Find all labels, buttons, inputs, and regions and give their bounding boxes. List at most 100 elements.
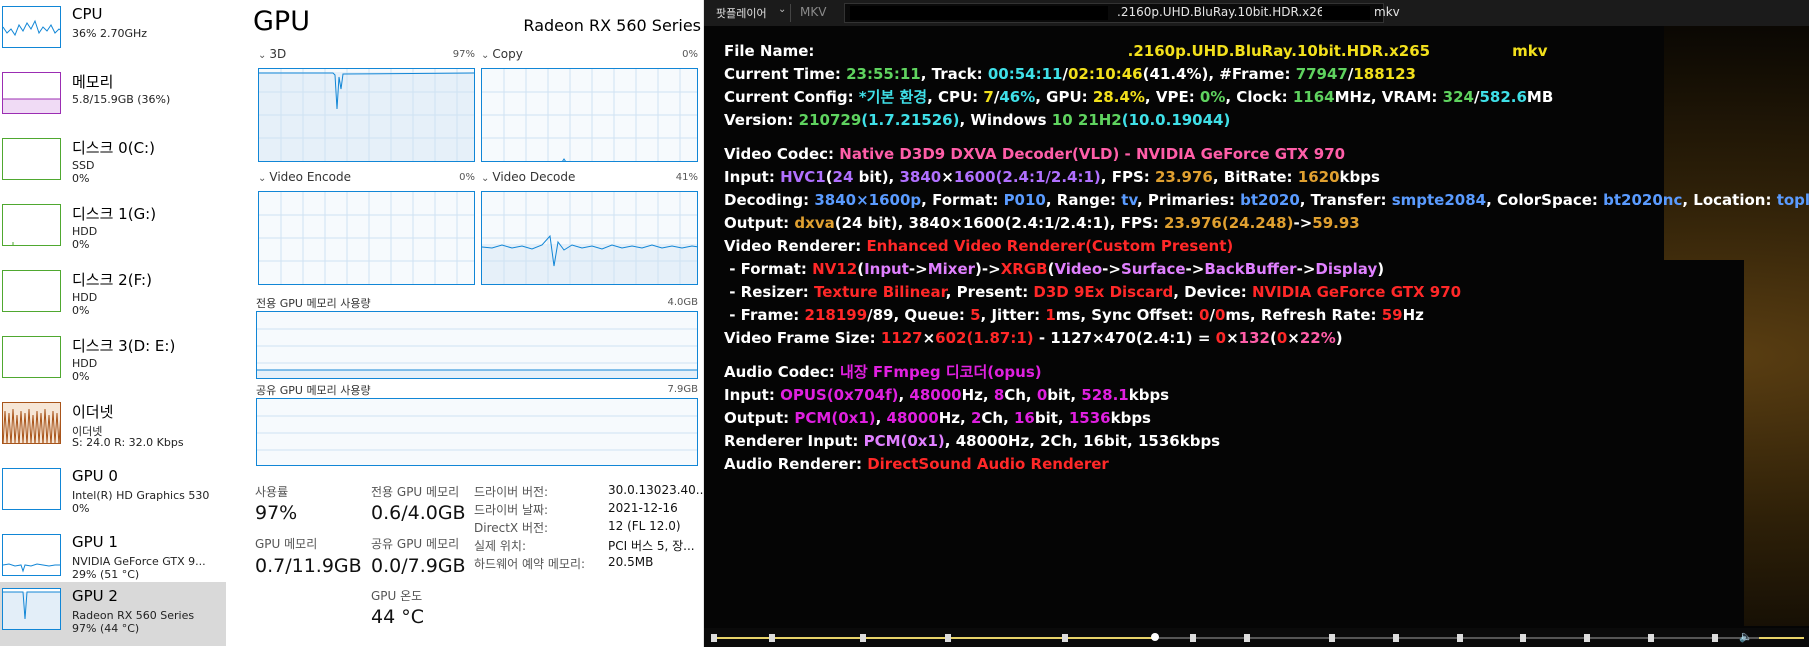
sidebar-item-disk0[interactable]: 디스크 0(C:) SSD 0% <box>0 132 226 196</box>
sidebar-item-gpu2[interactable]: GPU 2 Radeon RX 560 Series 97% (44 °C) <box>0 582 226 646</box>
engine-name: Copy <box>492 47 523 61</box>
physical-location-value: PCI 버스 5, 장... <box>608 539 695 553</box>
sidebar-item-memory[interactable]: 메모리 5.8/15.9GB (36%) <box>0 66 226 130</box>
engine-percent: 41% <box>675 172 698 183</box>
engine-graph-video-decode <box>481 191 698 285</box>
disk3-mini-graph <box>2 336 61 378</box>
sidebar-item-subtitle: 36% 2.70GHz <box>72 27 148 40</box>
sidebar-item-title: 이더넷 <box>72 403 114 421</box>
engine-name: Video Encode <box>269 170 351 184</box>
osd-current-time: Current Time: 23:55:11, Track: 00:54:11/… <box>724 65 1416 83</box>
sidebar-item-subtitle: Intel(R) HD Graphics 530 <box>72 489 210 502</box>
sidebar-item-disk2[interactable]: 디스크 2(F:) HDD 0% <box>0 264 226 328</box>
chevron-down-icon: ⌄ <box>258 50 267 61</box>
gpu-mem-value: 0.7/11.9GB <box>255 555 362 577</box>
chevron-down-icon[interactable]: ⌄ <box>778 4 786 15</box>
chapter-marker[interactable] <box>1648 634 1654 642</box>
sidebar-item-disk1[interactable]: 디스크 1(G:) HDD 0% <box>0 198 226 262</box>
chapter-marker[interactable] <box>1457 634 1463 642</box>
engine-selector-3d[interactable]: ⌄ 3D <box>258 47 286 61</box>
osd-renderer-format: - Format: NV12(Input->Mixer)->XRGB(Video… <box>724 260 1385 278</box>
dedicated-mem-graph-max: 4.0GB <box>667 297 698 308</box>
engine-selector-video-decode[interactable]: ⌄ Video Decode <box>481 170 575 184</box>
osd-video-codec: Video Codec: Native D3D9 DXVA Decoder(VL… <box>724 145 1346 163</box>
playback-info-osd: File Name: .2160p.UHD.BluRay.10bit.HDR.x… <box>724 40 1809 476</box>
usage-value: 97% <box>255 502 298 524</box>
sidebar-item-gpu0[interactable]: GPU 0 Intel(R) HD Graphics 530 0% <box>0 462 226 526</box>
chapter-marker[interactable] <box>1520 634 1526 642</box>
engine-selector-video-encode[interactable]: ⌄ Video Encode <box>258 170 351 184</box>
sidebar-item-subtitle: Radeon RX 560 Series <box>72 609 195 622</box>
disk1-mini-graph <box>2 204 61 246</box>
chapter-marker[interactable] <box>1712 634 1718 642</box>
sidebar-item-subtitle: 5.8/15.9GB (36%) <box>72 93 171 106</box>
window-file-ext: mkv <box>1374 5 1400 19</box>
chapter-marker[interactable] <box>769 634 775 642</box>
sidebar-item-usage: S: 24.0 R: 32.0 Kbps <box>72 436 184 449</box>
disk2-mini-graph <box>2 270 61 312</box>
usage-label: 사용률 <box>255 485 289 499</box>
gpu-mem-label: GPU 메모리 <box>255 537 318 551</box>
sidebar-item-usage: 0% <box>72 502 90 515</box>
sidebar-item-subtitle: HDD <box>72 357 98 370</box>
app-menu-button[interactable]: 팟플레이어 <box>716 5 767 21</box>
gpu-device-name: Radeon RX 560 Series <box>523 16 701 35</box>
chapter-marker[interactable] <box>1244 634 1250 642</box>
ethernet-mini-graph <box>2 402 61 444</box>
seek-handle[interactable] <box>1151 633 1159 641</box>
shared-mem-graph-max: 7.9GB <box>667 384 698 395</box>
shared-mem-graph-label: 공유 GPU 메모리 사용량 <box>256 384 371 397</box>
osd-renderer-input: Renderer Input: PCM(0x1), 48000Hz, 2Ch, … <box>724 432 1221 450</box>
sidebar-item-title: GPU 2 <box>72 587 118 605</box>
sidebar-item-cpu[interactable]: CPU 36% 2.70GHz <box>0 0 226 64</box>
sidebar-item-usage: 0% <box>72 304 90 317</box>
gpu-temp-value: 44 °C <box>371 606 424 628</box>
chapter-marker[interactable] <box>1062 634 1068 642</box>
engine-graph-video-encode <box>258 191 475 285</box>
chevron-down-icon: ⌄ <box>481 50 490 61</box>
sidebar-item-disk3[interactable]: 디스크 3(D: E:) HDD 0% <box>0 330 226 394</box>
engine-percent: 0% <box>459 172 475 183</box>
chapter-marker[interactable] <box>860 634 866 642</box>
gpu1-mini-graph <box>2 534 61 576</box>
physical-location-label: 실제 위치: <box>474 539 527 553</box>
sidebar-item-title: 메모리 <box>72 73 114 91</box>
shared-mem-value: 0.0/7.9GB <box>371 555 466 577</box>
osd-output: Output: dxva(24 bit), 3840×1600(2.4:1/2.… <box>724 214 1360 232</box>
chapter-marker[interactable] <box>945 634 951 642</box>
seek-bar[interactable]: 🔈 <box>704 628 1809 647</box>
volume-icon[interactable]: 🔈 <box>1739 630 1753 643</box>
osd-audio-renderer: Audio Renderer: DirectSound Audio Render… <box>724 455 1109 473</box>
hw-reserved-mem-value: 20.5MB <box>608 555 654 569</box>
disk0-mini-graph <box>2 138 61 180</box>
gpu-temp-label: GPU 온도 <box>371 589 423 603</box>
chapter-marker[interactable] <box>1584 634 1590 642</box>
engine-name: Video Decode <box>492 170 576 184</box>
sidebar-item-title: 디스크 2(F:) <box>72 271 152 289</box>
shared-mem-graph <box>256 398 698 466</box>
sidebar-item-usage: 97% (44 °C) <box>72 622 140 635</box>
chapter-marker[interactable] <box>1393 634 1399 642</box>
chevron-down-icon: ⌄ <box>258 173 267 184</box>
seek-progress <box>714 637 1155 639</box>
video-player[interactable]: 팟플레이어 ⌄ MKV .2160p.UHD.BluRay.10bit.HDR.… <box>704 0 1809 647</box>
volume-slider[interactable] <box>1759 637 1804 639</box>
performance-sidebar: CPU 36% 2.70GHz 메모리 5.8/15.9GB (36%) 디스크… <box>0 0 226 647</box>
chapter-marker[interactable] <box>1329 634 1335 642</box>
chapter-marker[interactable] <box>711 634 717 642</box>
sidebar-item-usage: 0% <box>72 172 90 185</box>
engine-selector-copy[interactable]: ⌄ Copy <box>481 47 523 61</box>
osd-audio-input: Input: OPUS(0x704f), 48000Hz, 8Ch, 0bit,… <box>724 386 1170 404</box>
sidebar-item-title: GPU 0 <box>72 467 118 485</box>
sidebar-item-ethernet[interactable]: 이더넷 이더넷 S: 24.0 R: 32.0 Kbps <box>0 396 226 460</box>
chapter-marker[interactable] <box>1190 634 1196 642</box>
sidebar-item-subtitle: SSD <box>72 159 95 172</box>
directx-version-value: 12 (FL 12.0) <box>608 519 681 533</box>
sidebar-item-subtitle: HDD <box>72 291 98 304</box>
osd-renderer-resizer: - Resizer: Texture Bilinear, Present: D3… <box>724 283 1462 301</box>
player-titlebar[interactable]: 팟플레이어 ⌄ MKV .2160p.UHD.BluRay.10bit.HDR.… <box>704 0 1809 26</box>
window-file-name: .2160p.UHD.BluRay.10bit.HDR.x265 <box>1117 5 1333 19</box>
sidebar-item-subtitle: HDD <box>72 225 98 238</box>
osd-video-frame-size: Video Frame Size: 1127×602(1.87:1) - 112… <box>724 329 1343 347</box>
page-title: GPU <box>253 6 310 37</box>
